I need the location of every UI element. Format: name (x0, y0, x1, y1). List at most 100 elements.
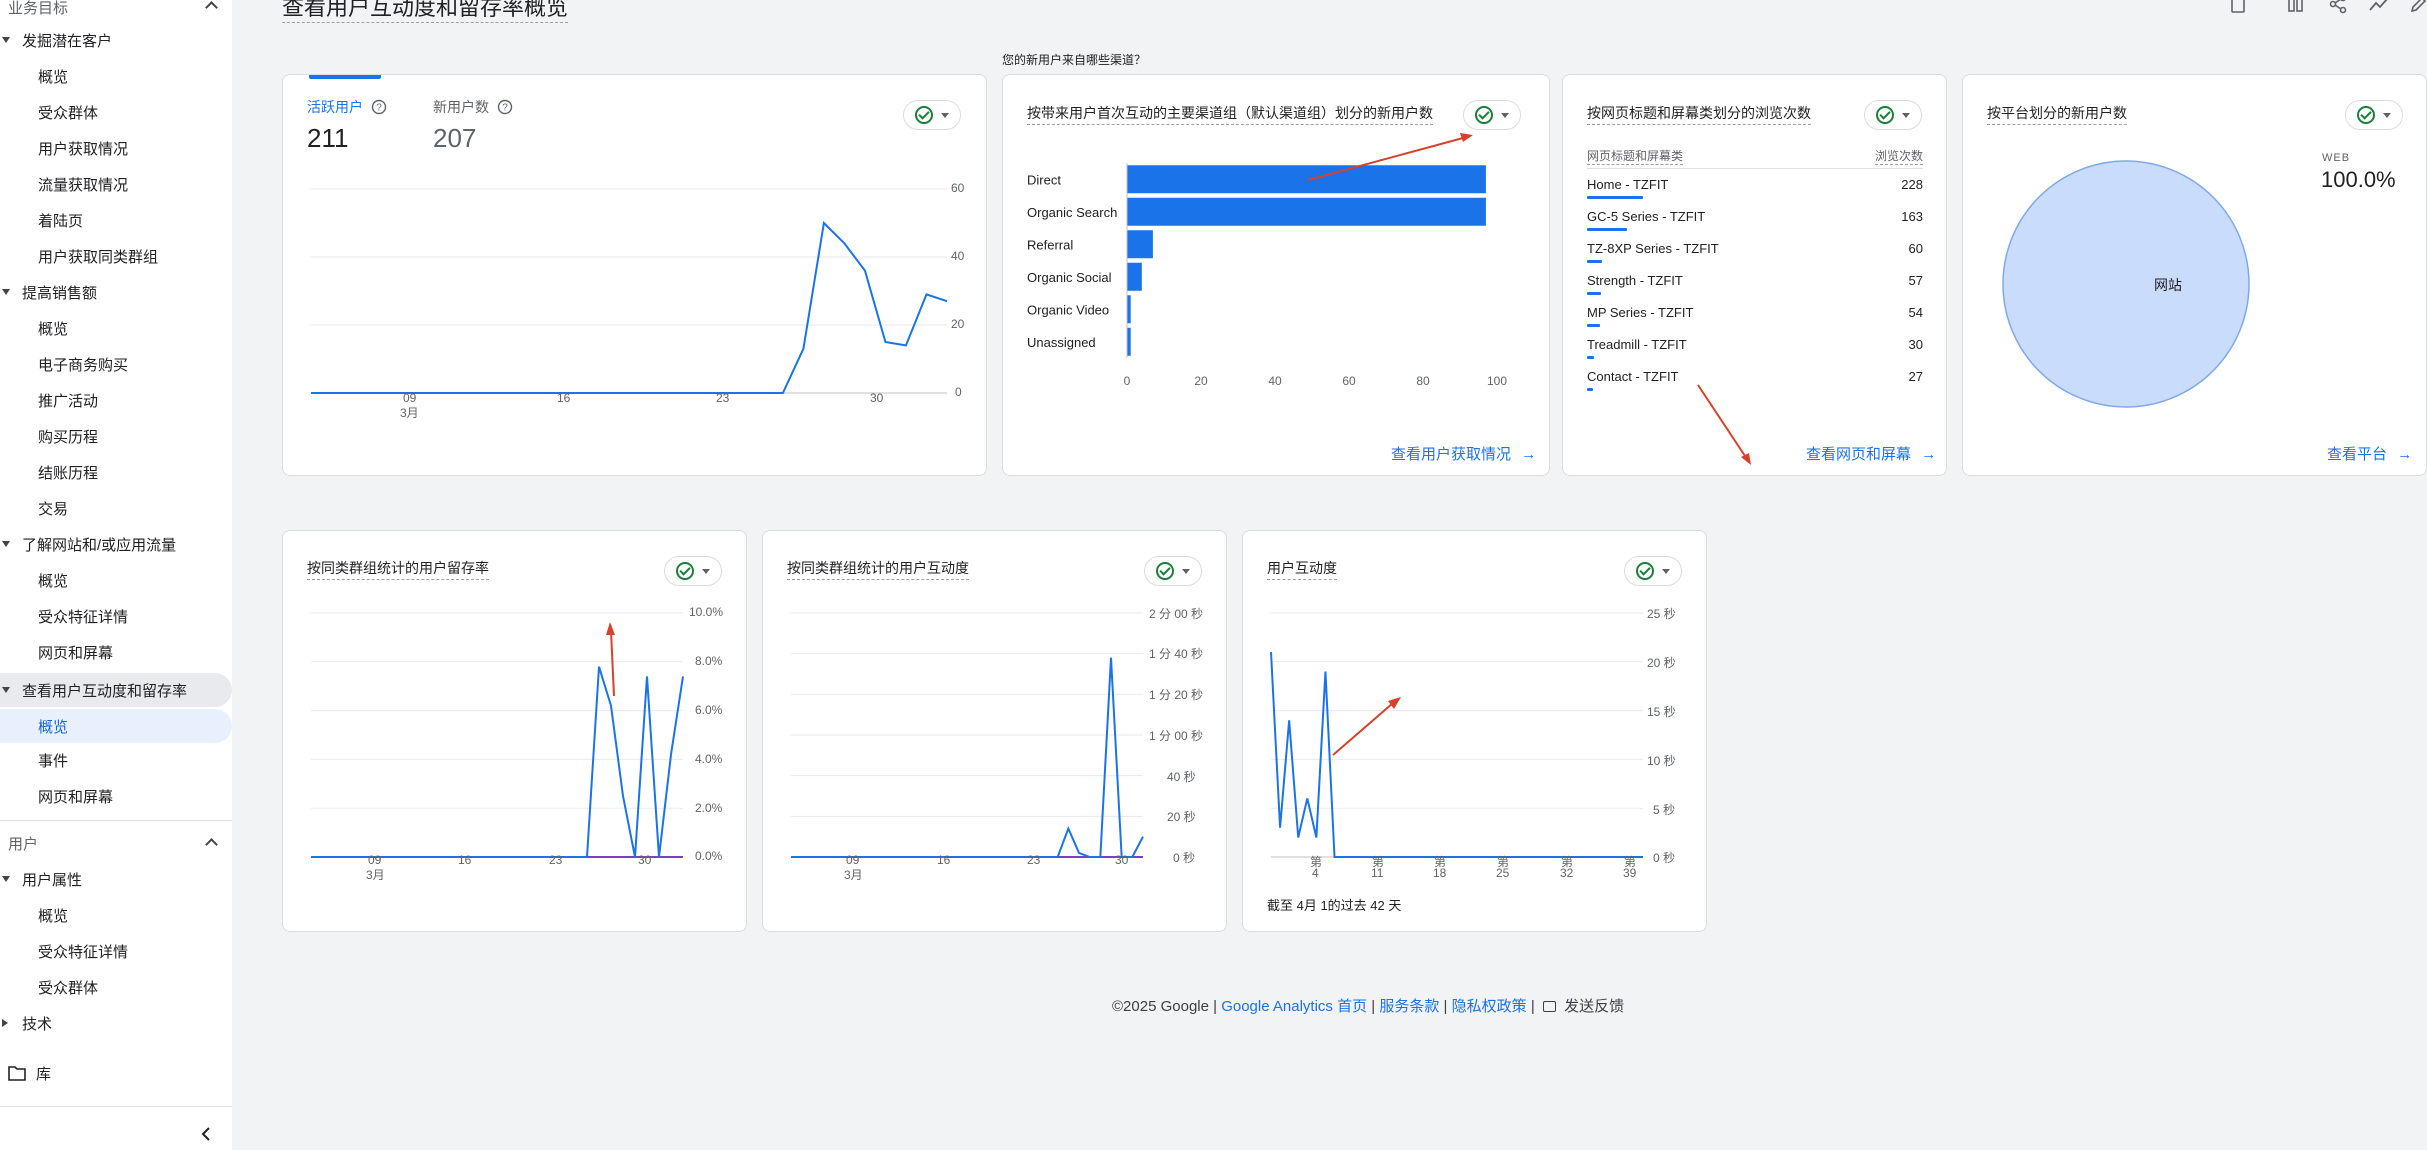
card-title: 按网页标题和屏幕类划分的浏览次数 (1587, 103, 1811, 125)
sidebar-group-tech[interactable]: 技术 (0, 1008, 232, 1038)
annotation-arrow-line (610, 630, 615, 697)
footer-feedback-label: 发送反馈 (1564, 998, 1625, 1015)
sidebar-item-label: 受众特征详情 (38, 943, 129, 961)
sidebar-item-label: 概览 (38, 907, 69, 925)
row-value: 60 (1908, 241, 1923, 256)
sidebar-group-acquisition[interactable]: 发掘潜在客户 (0, 25, 232, 55)
footer-terms-link[interactable]: 服务条款 (1379, 998, 1439, 1015)
table-header: 网页标题和屏幕类 浏览次数 (1587, 147, 1923, 169)
caret-down-icon (2, 289, 10, 295)
report-icon[interactable] (2228, 0, 2248, 14)
card-cohort-engagement: 按同类群组统计的用户互动度 2 分 00 秒 1 分 40 秒 1 分 20 秒… (762, 530, 1227, 932)
x-tick-label: 09 (846, 853, 860, 867)
caret-down-icon (2, 37, 10, 43)
footer-privacy-link[interactable]: 隐私权政策 (1452, 998, 1527, 1015)
sidebar-group-user-attributes[interactable]: 用户属性 (0, 864, 232, 894)
sidebar-item-overview[interactable]: 概览 (0, 61, 232, 91)
sidebar-item-user-acquisition[interactable]: 用户获取情况 (0, 133, 232, 163)
sidebar-item-overview[interactable]: 概览 (0, 313, 232, 343)
footer-feedback-link[interactable]: 发送反馈 (1542, 998, 1625, 1015)
x-tick-label: 100 (1487, 374, 1507, 388)
column-header[interactable]: 网页标题和屏幕类 (1587, 147, 1684, 165)
sidebar-item-overview[interactable]: 概览 (0, 900, 232, 930)
sidebar-item-label: 推广活动 (38, 392, 99, 410)
category-label: Organic Social (1027, 270, 1112, 285)
footer-home-link[interactable]: Google Analytics 首页 (1221, 998, 1367, 1015)
x-tick-label: 23 (1027, 853, 1041, 867)
row-name: GC-5 Series - TZFIT (1587, 209, 1706, 224)
data-quality-button[interactable] (1864, 100, 1922, 130)
y-tick-label: 20 (951, 317, 965, 331)
sidebar-section-label: 业务目标 (8, 0, 69, 17)
sidebar-group-label: 用户属性 (22, 871, 83, 889)
sidebar-item-acquisition-cohort[interactable]: 用户获取同类群组 (0, 241, 232, 271)
sidebar-item-audiences[interactable]: 受众群体 (0, 97, 232, 127)
view-pages-screens-link[interactable]: 查看网页和屏幕 → (1806, 443, 1936, 464)
sidebar-group-traffic[interactable]: 了解网站和/或应用流量 (0, 529, 232, 559)
x-month-label: 3月 (844, 868, 863, 882)
bar (1127, 262, 1142, 291)
caret-down-icon (1902, 112, 1910, 118)
chevron-up-icon[interactable] (205, 838, 218, 851)
footer-copyright: ©2025 Google | (1112, 998, 1218, 1015)
collapse-chevron-icon[interactable] (198, 1126, 214, 1142)
sidebar-group-engagement[interactable]: 查看用户互动度和留存率 (0, 673, 232, 707)
sidebar-item-purchase-journey[interactable]: 购买历程 (0, 421, 232, 451)
row-bar (1587, 324, 1600, 327)
sidebar-item-traffic-acquisition[interactable]: 流量获取情况 (0, 169, 232, 199)
view-user-acquisition-link[interactable]: 查看用户获取情况 → (1391, 443, 1536, 464)
share-icon[interactable] (2328, 0, 2348, 14)
sidebar-item-pages-screens[interactable]: 网页和屏幕 (0, 637, 232, 667)
sidebar-item-events[interactable]: 事件 (0, 745, 232, 775)
sidebar-item-demographics[interactable]: 受众特征详情 (0, 936, 232, 966)
card-active-users: 活跃用户 ? 211 新用户数 ? 207 60 40 20 0 09 3月 1… (282, 74, 987, 476)
row-bar (1587, 228, 1627, 231)
sidebar-item-library[interactable]: 库 (0, 1058, 232, 1088)
y-tick-label: 10 秒 (1647, 754, 1676, 768)
table-row: GC-5 Series - TZFIT 163 (1587, 203, 1923, 235)
sidebar-item-overview[interactable]: 概览 (0, 565, 232, 595)
column-header[interactable]: 浏览次数 (1874, 147, 1923, 165)
sidebar-section-business-goals[interactable]: 业务目标 (0, 0, 232, 24)
bar (1127, 327, 1131, 356)
sidebar-item-ecommerce[interactable]: 电子商务购买 (0, 349, 232, 379)
sidebar-item-landing-page[interactable]: 着陆页 (0, 205, 232, 235)
sidebar-item-audiences[interactable]: 受众群体 (0, 972, 232, 1002)
sidebar-item-transactions[interactable]: 交易 (0, 493, 232, 523)
caret-right-icon (2, 1019, 8, 1027)
sidebar-item-label: 受众特征详情 (38, 608, 129, 626)
sidebar-item-promotions[interactable]: 推广活动 (0, 385, 232, 415)
compare-icon[interactable] (2286, 0, 2306, 14)
y-tick-label: 0 秒 (1653, 851, 1676, 865)
x-tick-label: 09 (403, 391, 417, 405)
sidebar-item-checkout-journey[interactable]: 结账历程 (0, 457, 232, 487)
sidebar-item-label: 用户获取同类群组 (38, 248, 159, 266)
card-page-views: 按网页标题和屏幕类划分的浏览次数 网页标题和屏幕类 浏览次数 Home - TZ… (1562, 74, 1947, 476)
pie-slice-label: 网站 (2154, 277, 2182, 293)
edit-icon[interactable] (2410, 0, 2426, 14)
sidebar-item-label: 用户获取情况 (38, 140, 129, 158)
arrow-right-icon: → (1521, 446, 1537, 463)
sidebar-group-sales[interactable]: 提高销售额 (0, 277, 232, 307)
y-tick-label: 2.0% (695, 801, 723, 815)
x-tick-label: 16 (557, 391, 571, 405)
category-label: Organic Search (1027, 205, 1117, 220)
chevron-up-icon[interactable] (205, 1, 218, 14)
insights-icon[interactable] (2368, 0, 2390, 14)
footer-separator: | (1443, 998, 1448, 1015)
caret-down-icon (2, 541, 10, 547)
x-month-label: 3月 (400, 406, 419, 420)
row-bar (1587, 260, 1602, 263)
card-channel-new-users: 按带来用户首次互动的主要渠道组（默认渠道组）划分的新用户数 Direct Orga… (1002, 74, 1550, 476)
sidebar-item-overview-active[interactable]: 概览 (0, 709, 232, 743)
sidebar-item-pages-screens[interactable]: 网页和屏幕 (0, 781, 232, 811)
view-platform-link[interactable]: 查看平台 → (2327, 443, 2412, 464)
footer: ©2025 Google | Google Analytics 首页 | 服务条… (1112, 995, 1624, 1016)
x-tick-label: 30 (638, 853, 652, 867)
sidebar-section-user[interactable]: 用户 (0, 826, 232, 860)
row-name: Home - TZFIT (1587, 177, 1669, 192)
y-tick-label: 2 分 00 秒 (1149, 607, 1204, 621)
row-name: MP Series - TZFIT (1587, 305, 1694, 320)
x-tick-label: 40 (1268, 374, 1282, 388)
sidebar-item-demographics[interactable]: 受众特征详情 (0, 601, 232, 631)
